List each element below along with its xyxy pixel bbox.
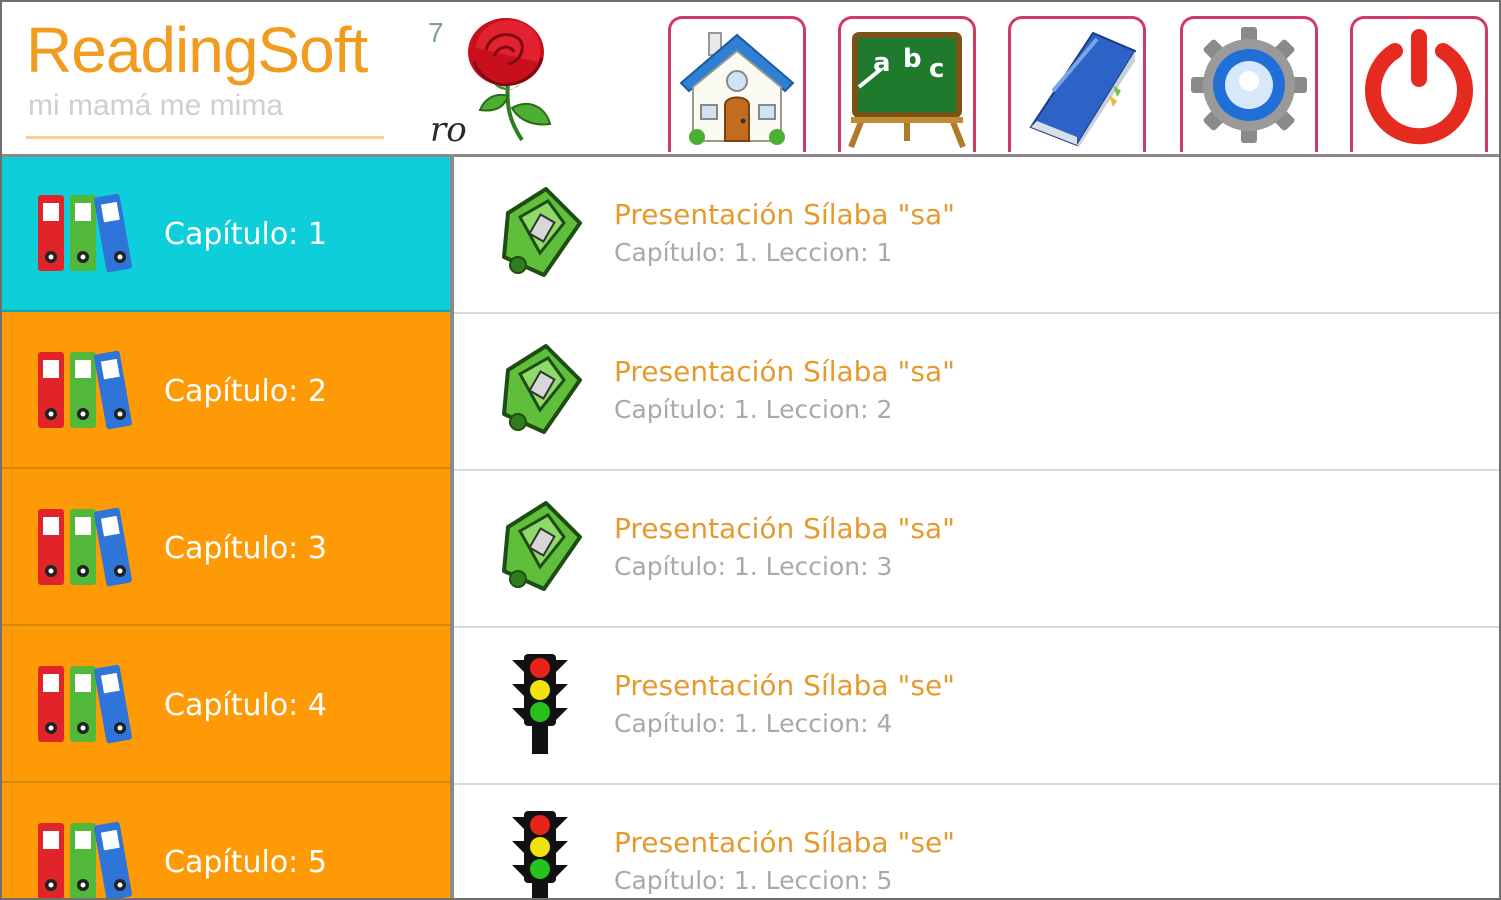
app-subtitle: mi mamá me mima	[28, 89, 284, 122]
lesson-title: Presentación Sílaba "sa"	[614, 512, 955, 545]
sharpener-icon	[502, 187, 582, 277]
word-card[interactable]: 7 ro	[426, 12, 556, 148]
lesson-title: Presentación Sílaba "sa"	[614, 355, 955, 388]
lesson-title: Presentación Sílaba "sa"	[614, 198, 955, 231]
binders-icon	[38, 350, 132, 430]
sidebar-item-label: Capítulo: 2	[164, 374, 327, 409]
sidebar-item-chapter-5[interactable]: Capítulo: 5	[2, 785, 450, 898]
sharpener-icon	[502, 344, 582, 434]
word-syllable: ro	[430, 110, 467, 150]
brand-underline	[26, 136, 384, 139]
lesson-list: Presentación Sílaba "sa" Capítulo: 1. Le…	[454, 157, 1499, 898]
gear-icon	[1191, 27, 1307, 143]
lesson-row-5[interactable]: Presentación Sílaba "se" Capítulo: 1. Le…	[454, 785, 1499, 898]
sidebar-item-chapter-3[interactable]: Capítulo: 3	[2, 471, 450, 626]
traffic-light-icon	[512, 654, 568, 754]
settings-button[interactable]	[1180, 16, 1318, 152]
lesson-subtitle: Capítulo: 1. Leccion: 5	[614, 866, 893, 895]
app-title: ReadingSoft	[26, 14, 368, 86]
lesson-subtitle: Capítulo: 1. Leccion: 4	[614, 709, 893, 738]
lesson-title: Presentación Sílaba "se"	[614, 826, 956, 859]
binders-icon	[38, 664, 132, 744]
sidebar-item-chapter-4[interactable]: Capítulo: 4	[2, 628, 450, 783]
binders-icon	[38, 821, 132, 898]
power-icon	[1365, 29, 1473, 145]
power-button[interactable]	[1350, 16, 1488, 152]
book-button[interactable]	[1008, 16, 1146, 152]
sidebar-item-chapter-2[interactable]: Capítulo: 2	[2, 314, 450, 469]
traffic-light-icon	[512, 811, 568, 898]
house-icon	[679, 32, 795, 145]
sidebar-item-label: Capítulo: 1	[164, 217, 327, 252]
sidebar-item-chapter-1[interactable]: Capítulo: 1	[2, 157, 450, 312]
lesson-title: Presentación Sílaba "se"	[614, 669, 956, 702]
book-icon	[1029, 31, 1137, 147]
sharpener-icon	[502, 501, 582, 591]
abc-button[interactable]: a b c	[838, 16, 976, 152]
home-button[interactable]	[668, 16, 806, 152]
chapter-sidebar: Capítulo: 1 Capítulo: 2 Capítulo: 3 Capí…	[2, 157, 450, 898]
sidebar-item-label: Capítulo: 5	[164, 845, 327, 880]
lesson-subtitle: Capítulo: 1. Leccion: 1	[614, 238, 893, 267]
svg-text:c: c	[929, 54, 944, 84]
binders-icon	[38, 193, 132, 273]
chalkboard-abc-icon: a b c	[848, 32, 966, 149]
header: ReadingSoft mi mamá me mima 7 ro a b c	[2, 2, 1499, 157]
lesson-row-3[interactable]: Presentación Sílaba "sa" Capítulo: 1. Le…	[454, 471, 1499, 628]
word-number: 7	[428, 17, 444, 48]
sidebar-item-label: Capítulo: 4	[164, 688, 327, 723]
app-window: ReadingSoft mi mamá me mima 7 ro a b c C…	[0, 0, 1501, 900]
lesson-row-1[interactable]: Presentación Sílaba "sa" Capítulo: 1. Le…	[454, 157, 1499, 314]
binders-icon	[38, 507, 132, 587]
sidebar-item-label: Capítulo: 3	[164, 531, 327, 566]
lesson-row-4[interactable]: Presentación Sílaba "se" Capítulo: 1. Le…	[454, 628, 1499, 785]
lesson-subtitle: Capítulo: 1. Leccion: 3	[614, 552, 893, 581]
lesson-subtitle: Capítulo: 1. Leccion: 2	[614, 395, 893, 424]
lesson-row-2[interactable]: Presentación Sílaba "sa" Capítulo: 1. Le…	[454, 314, 1499, 471]
svg-text:b: b	[903, 44, 922, 74]
